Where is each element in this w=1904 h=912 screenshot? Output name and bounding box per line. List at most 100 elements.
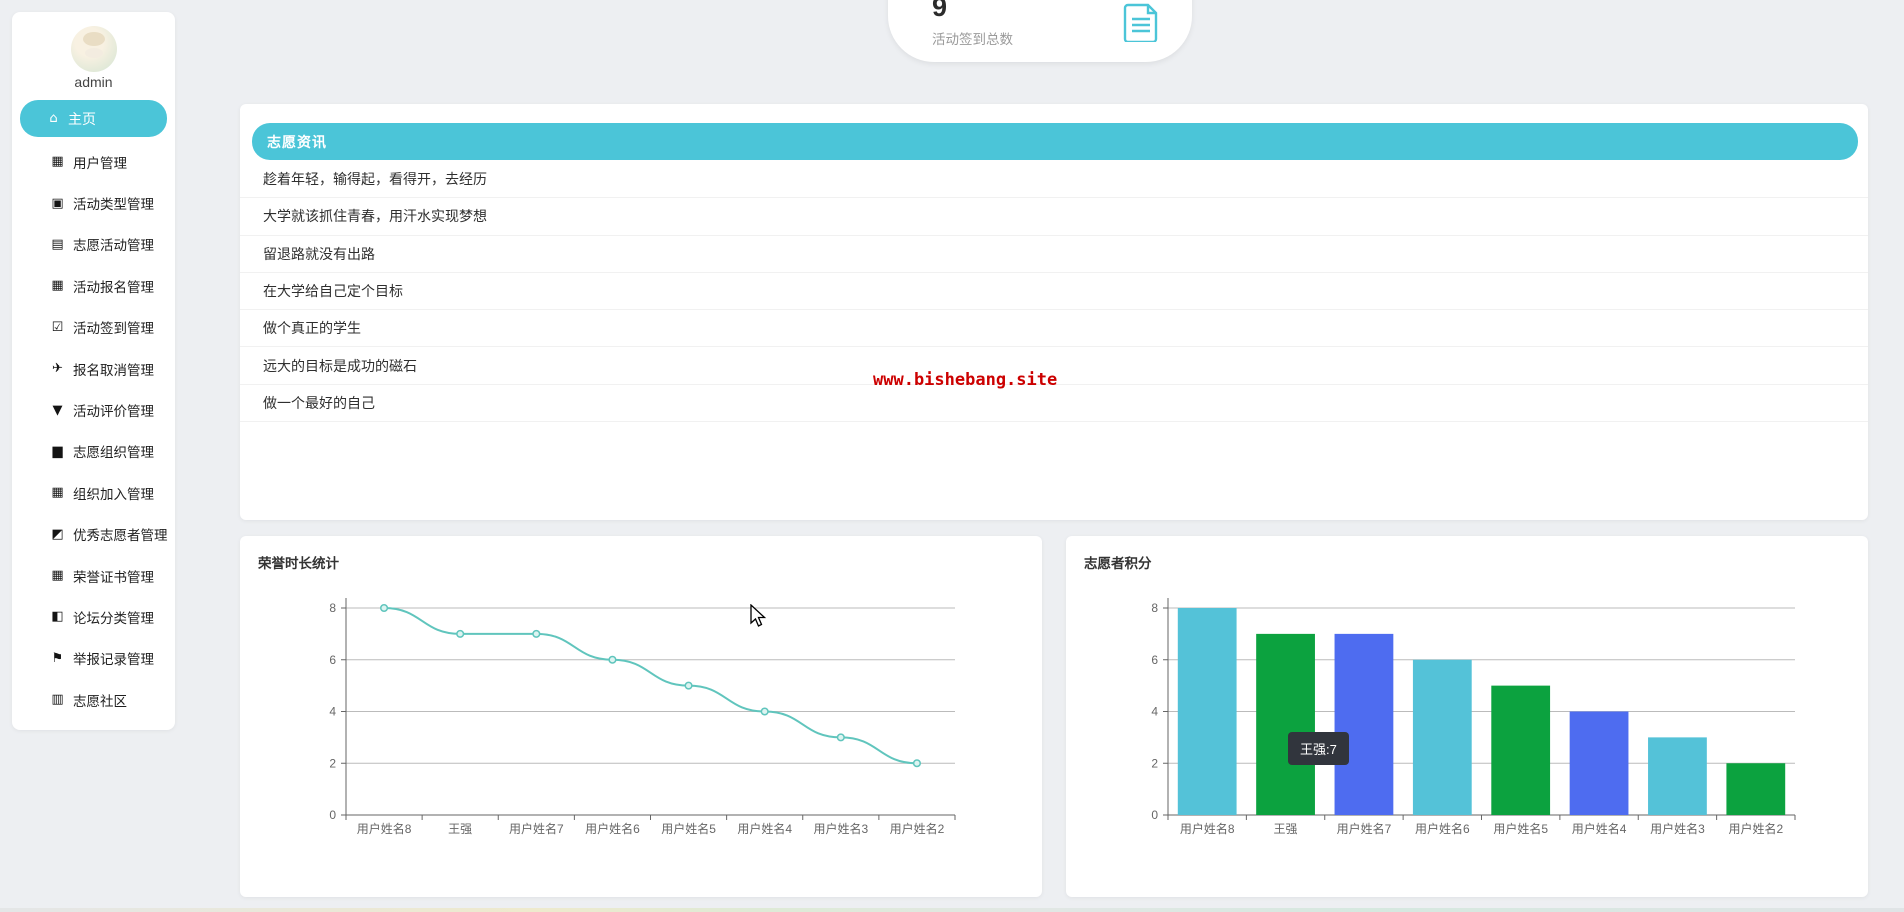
bottom-divider — [0, 908, 1904, 912]
sidebar-item-label: 组织加入管理 — [73, 486, 154, 502]
svg-text:6: 6 — [329, 653, 336, 667]
svg-text:用户姓名5: 用户姓名5 — [1493, 821, 1548, 836]
sidebar-item-3[interactable]: ▦ 活动报名管理 — [12, 265, 175, 306]
news-item[interactable]: 留退路就没有出路 — [240, 235, 1868, 273]
sidebar-item-9[interactable]: ◩ 优秀志愿者管理 — [12, 514, 175, 555]
flag-icon: ⚑ — [51, 650, 64, 666]
svg-text:0: 0 — [329, 808, 336, 822]
grid-icon: ▦ — [51, 278, 64, 294]
svg-text:2: 2 — [329, 756, 336, 770]
sidebar-item-label: 荣誉证书管理 — [73, 569, 154, 585]
grid-icon: ▦ — [51, 154, 64, 170]
svg-text:用户姓名2: 用户姓名2 — [890, 821, 945, 836]
svg-text:6: 6 — [1151, 653, 1158, 667]
news-item[interactable]: 趁着年轻，输得起，看得开，去经历 — [240, 161, 1868, 199]
sidebar-item-0[interactable]: ▦ 用户管理 — [12, 141, 175, 182]
svg-text:用户姓名3: 用户姓名3 — [1650, 821, 1705, 836]
news-panel: 志愿资讯 趁着年轻，输得起，看得开，去经历大学就该抓住青春，用汗水实现梦想 留退路… — [240, 104, 1868, 520]
sidebar-item-11[interactable]: ◧ 论坛分类管理 — [12, 596, 175, 637]
news-item[interactable]: 在大学给自己定个目标 — [240, 272, 1868, 311]
sidebar-item-label: 优秀志愿者管理 — [73, 528, 168, 544]
sidebar-item-label: 用户管理 — [73, 155, 127, 171]
volunteer-points-bar-chart[interactable]: 0 2 4 6 8 用户姓名8 王强 用户姓名7 用户姓名6 用户姓名5 用户姓名4 用户姓名3 用户姓… — [1066, 536, 1868, 897]
svg-text:王强: 王强 — [448, 822, 472, 836]
sidebar-item-7[interactable]: ▆ 志愿组织管理 — [12, 431, 175, 472]
avatar[interactable] — [70, 26, 117, 72]
news-item[interactable]: 做个真正的学生 — [240, 310, 1868, 348]
svg-text:用户姓名7: 用户姓名7 — [509, 821, 564, 836]
sidebar-item-label: 志愿组织管理 — [73, 445, 154, 461]
news-item-text: 留退路就没有出路 — [263, 245, 375, 262]
news-item-text: 在大学给自己定个目标 — [263, 283, 403, 300]
sidebar-item-2[interactable]: ▤ 志愿活动管理 — [12, 224, 175, 265]
svg-text:8: 8 — [329, 601, 336, 615]
trend-chart-icon: ◩ — [51, 526, 64, 542]
sidebar-item-label: 主页 — [68, 110, 96, 127]
sidebar-item-label: 报名取消管理 — [73, 362, 154, 378]
sidebar-item-label: 志愿活动管理 — [73, 238, 154, 254]
svg-text:4: 4 — [1151, 705, 1158, 719]
chart-tooltip: 王强:7 — [1288, 732, 1349, 765]
username: admin — [74, 74, 113, 90]
svg-text:用户姓名3: 用户姓名3 — [813, 821, 868, 836]
svg-text:用户姓名8: 用户姓名8 — [357, 821, 412, 836]
thumbs-up-icon: ◧ — [51, 609, 64, 625]
svg-text:王强: 王强 — [1274, 822, 1298, 836]
sidebar-item-10[interactable]: ▦ 荣誉证书管理 — [12, 555, 175, 596]
sidebar-item-1[interactable]: ▣ 活动类型管理 — [12, 182, 175, 223]
sidebar-item-label: 活动签到管理 — [73, 321, 154, 337]
document-icon — [1122, 2, 1160, 47]
svg-text:用户姓名8: 用户姓名8 — [1180, 821, 1235, 836]
volunteer-points-chart-card: 志愿者积分 0 2 4 6 8 用户姓名8 王强 用户姓名7 用户姓名6 用户姓名5 用户姓名4 用户… — [1066, 536, 1868, 897]
sidebar-item-label: 活动评价管理 — [73, 404, 154, 420]
news-panel-title: 志愿资讯 — [267, 133, 327, 150]
sidebar-item-5[interactable]: ✈ 报名取消管理 — [12, 348, 175, 389]
news-item-text: 大学就该抓住青春，用汗水实现梦想 — [263, 208, 487, 225]
paper-plane-icon: ✈ — [52, 361, 63, 377]
sidebar-item-13[interactable]: ▥ 志愿社区 — [12, 679, 175, 720]
svg-text:用户姓名4: 用户姓名4 — [1572, 821, 1627, 836]
honor-hours-line-chart[interactable]: 0 2 4 6 8 用户姓名8 王强 用户姓名7 用户姓名6 用户姓名5 用户姓名4 用户姓名3 用户姓… — [240, 536, 1042, 897]
news-item[interactable]: 做一个最好的自己 — [240, 384, 1868, 423]
sidebar-menu: ▦ 用户管理 ▣ 活动类型管理 ▤ 志愿活动管理 ▦ 活动报名管理 ☑ 活动签到管理 ✈ 报名取消管理… — [12, 141, 175, 720]
svg-text:用户姓名7: 用户姓名7 — [1337, 821, 1392, 836]
news-panel-header: 志愿资讯 — [252, 123, 1858, 160]
svg-text:2: 2 — [1151, 756, 1158, 770]
sidebar-item-6[interactable]: ▼ 活动评价管理 — [12, 389, 175, 430]
briefcase-icon: ▤ — [51, 236, 64, 252]
svg-text:用户姓名6: 用户姓名6 — [585, 821, 640, 836]
news-item-text: 做个真正的学生 — [263, 320, 361, 337]
comment-icon: ▣ — [51, 195, 64, 211]
bar-chart-icon: ▆ — [52, 443, 63, 459]
svg-text:用户姓名4: 用户姓名4 — [737, 821, 792, 836]
stat-card-checkin-total[interactable]: 9 活动签到总数 — [888, 0, 1192, 62]
stat-value: 9 — [932, 0, 948, 22]
sidebar-item-label: 活动报名管理 — [73, 279, 154, 295]
stat-label: 活动签到总数 — [932, 32, 1013, 47]
sidebar-item-8[interactable]: ▦ 组织加入管理 — [12, 472, 175, 513]
sidebar-item-label: 活动类型管理 — [73, 197, 154, 213]
home-icon: ⌂ — [49, 111, 58, 126]
sidebar-item-home[interactable]: ⌂ 主页 — [20, 100, 167, 137]
sidebar: admin ⌂ 主页 ▦ 用户管理 ▣ 活动类型管理 ▤ 志愿活动管理 ▦ 活动报名管理 ☑ 活动… — [12, 12, 175, 730]
grid-icon: ▦ — [51, 568, 64, 584]
filter-icon: ▼ — [52, 402, 63, 418]
sidebar-item-12[interactable]: ⚑ 举报记录管理 — [12, 638, 175, 679]
svg-text:0: 0 — [1151, 808, 1158, 822]
svg-text:用户姓名5: 用户姓名5 — [661, 821, 716, 836]
mouse-cursor — [750, 604, 767, 627]
stat-text: 9 活动签到总数 — [932, 0, 1013, 48]
sidebar-item-label: 论坛分类管理 — [73, 610, 154, 626]
grid-icon: ▦ — [51, 485, 64, 501]
svg-text:4: 4 — [329, 705, 336, 719]
svg-text:用户姓名2: 用户姓名2 — [1728, 821, 1783, 836]
honor-hours-chart-card: 荣誉时长统计 0 2 4 6 8 用户姓名8 王强 用户姓名7 用户姓名6 用户姓名5 用户姓名4 用… — [240, 536, 1042, 897]
svg-text:用户姓名6: 用户姓名6 — [1415, 821, 1470, 836]
news-item-text: 做一个最好的自己 — [263, 394, 375, 411]
news-item[interactable]: 大学就该抓住青春，用汗水实现梦想 — [240, 198, 1868, 236]
sidebar-item-label: 举报记录管理 — [73, 652, 154, 668]
svg-text:8: 8 — [1151, 601, 1158, 615]
clipboard-icon: ▥ — [51, 692, 64, 708]
sidebar-item-4[interactable]: ☑ 活动签到管理 — [12, 307, 175, 348]
sidebar-item-label: 志愿社区 — [73, 693, 127, 709]
